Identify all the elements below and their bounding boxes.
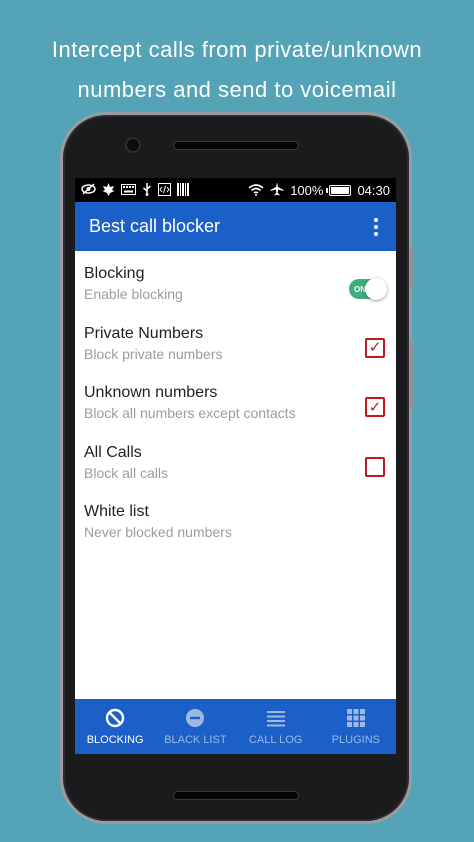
airplane-icon: [270, 182, 284, 198]
all-calls-checkbox[interactable]: [365, 456, 385, 477]
earpiece-speaker: [173, 141, 299, 150]
keyboard-icon: [121, 183, 136, 197]
overflow-menu-icon[interactable]: [370, 214, 382, 240]
promo-caption: Intercept calls from private/unknown num…: [0, 30, 474, 110]
block-icon: [105, 708, 125, 728]
setting-subtitle: Block all calls: [84, 464, 169, 481]
setting-title: Private Numbers: [84, 324, 204, 342]
setting-subtitle: Block all numbers except contacts: [84, 405, 296, 421]
bottom-speaker: [173, 791, 299, 800]
toggle-knob: [365, 278, 387, 300]
setting-subtitle: Never blocked numbers: [84, 524, 232, 540]
setting-subtitle: Block private numbers: [84, 345, 223, 362]
bottom-navigation: BLOCKING BLACK LIST CALL LOG PLUGINS: [75, 699, 396, 754]
eye-crossed-icon: [81, 183, 96, 197]
setting-title: Unknown numbers: [84, 384, 218, 401]
setting-blocking[interactable]: Blocking Enable blocking ON: [75, 257, 396, 317]
setting-unknown-numbers[interactable]: Unknown numbers Block all numbers except…: [75, 376, 396, 436]
setting-title: Blocking: [84, 265, 145, 282]
power-button: [410, 250, 414, 290]
settings-list: Blocking Enable blocking ON Private Numb…: [75, 251, 396, 555]
setting-white-list[interactable]: White list Never blocked numbers: [75, 495, 396, 555]
battery-icon: [326, 184, 352, 196]
checkmark-icon: ✓: [368, 398, 382, 416]
tab-blocking[interactable]: BLOCKING: [75, 699, 155, 754]
setting-all-calls[interactable]: All Calls Block all calls: [75, 436, 396, 496]
tab-label: PLUGINS: [331, 733, 381, 746]
status-bar: 100% 04:30: [75, 178, 396, 202]
private-numbers-checkbox[interactable]: ✓: [365, 337, 385, 358]
front-camera: [125, 137, 141, 153]
volume-button: [410, 340, 414, 410]
tab-label: CALL LOG: [248, 733, 303, 746]
tab-plugins[interactable]: PLUGINS: [316, 699, 396, 754]
tab-call-log[interactable]: CALL LOG: [236, 699, 316, 754]
tab-label: BLOCKING: [86, 733, 144, 746]
status-time: 04:30: [357, 182, 390, 198]
usb-icon: [142, 182, 152, 198]
checkmark-icon: ✓: [368, 339, 382, 356]
setting-private-numbers[interactable]: Private Numbers Block private numbers ✓: [75, 317, 396, 377]
promo-line-1: Intercept calls from private/unknown: [51, 37, 423, 62]
tab-label: BLACK LIST: [164, 733, 227, 746]
promo-line-2: numbers and send to voicemail: [77, 77, 397, 102]
minus-circle-icon: [185, 708, 205, 728]
blocking-toggle[interactable]: ON: [349, 278, 387, 300]
list-icon: [266, 708, 286, 728]
unknown-numbers-checkbox[interactable]: ✓: [365, 397, 385, 417]
app-bar: Best call blocker: [75, 202, 396, 251]
app-screen: 100% 04:30 Best call blocker Blocking En…: [75, 178, 396, 754]
tab-black-list[interactable]: BLACK LIST: [155, 699, 235, 754]
setting-title: All Calls: [84, 443, 142, 461]
app-title: Best call blocker: [89, 216, 221, 236]
setting-title: White list: [84, 503, 149, 520]
grid-icon: [346, 708, 366, 728]
battery-percent: 100%: [290, 182, 324, 198]
code-icon: [158, 182, 171, 198]
leaf-icon: [102, 182, 115, 198]
wifi-icon: [248, 183, 264, 198]
barcode-icon: [177, 182, 190, 198]
setting-subtitle: Enable blocking: [84, 286, 183, 302]
